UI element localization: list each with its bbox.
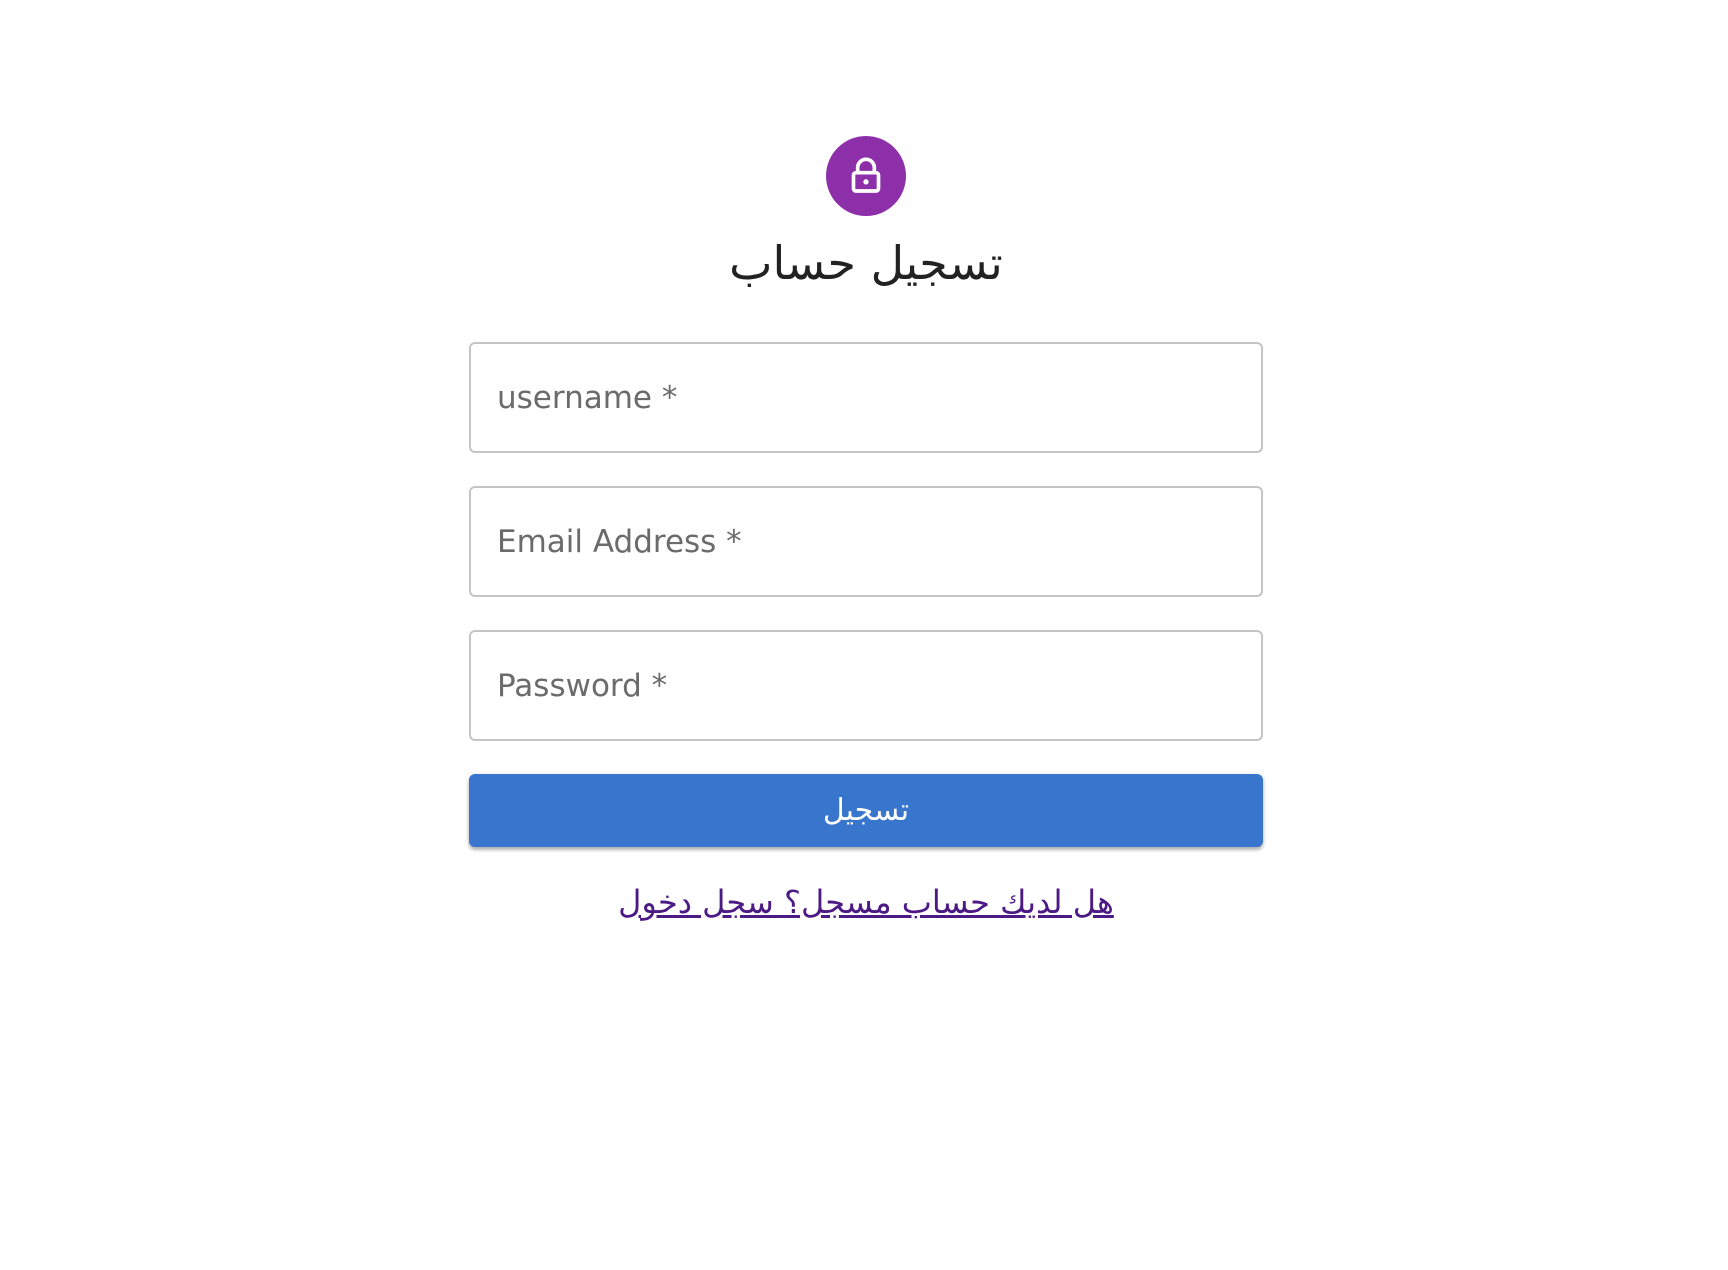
signup-form: username * Email Address * Password * تس… <box>469 342 1263 921</box>
password-input[interactable] <box>471 632 1261 739</box>
lock-icon <box>846 156 886 196</box>
login-link[interactable]: هل لديك حساب مسجل؟ سجل دخول <box>469 883 1263 921</box>
signup-page: تسجيل حساب username * Email Address * Pa… <box>0 0 1728 1270</box>
signup-button[interactable]: تسجيل <box>469 774 1263 847</box>
email-input[interactable] <box>471 488 1261 595</box>
password-field[interactable]: Password * <box>469 630 1263 741</box>
avatar <box>826 136 906 216</box>
username-field[interactable]: username * <box>469 342 1263 453</box>
page-title: تسجيل حساب <box>729 236 1003 290</box>
username-input[interactable] <box>471 344 1261 451</box>
signup-container: تسجيل حساب username * Email Address * Pa… <box>469 136 1263 921</box>
email-field[interactable]: Email Address * <box>469 486 1263 597</box>
